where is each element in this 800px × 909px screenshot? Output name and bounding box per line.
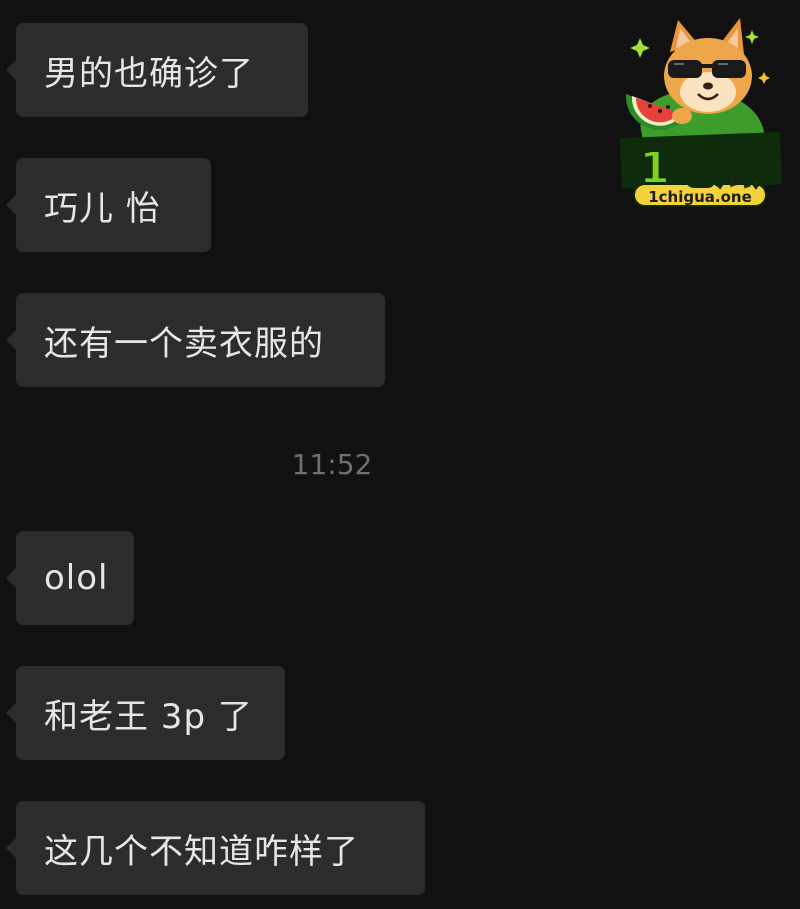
message-bubble[interactable]: 和老王 3p 了 [6,666,285,760]
message-bubble[interactable]: olol [6,531,134,625]
message-timestamp: 11:52 [291,448,373,481]
message-text: 男的也确诊了 [44,53,254,94]
message-bubble[interactable]: 巧儿 怡 [6,158,211,252]
watermark-domain: 1chigua.one [648,188,752,206]
message-text: 巧儿 怡 [44,188,161,229]
message-bubble[interactable]: 这几个不知道咋样了 [6,801,425,895]
watermark-title: 1吃瓜 [638,142,761,195]
message-text: 这几个不知道咋样了 [44,831,359,872]
message-text: 还有一个卖衣服的 [44,323,324,364]
watermark-logo: 1吃瓜 1chigua.one [612,14,788,214]
message-bubble[interactable]: 男的也确诊了 [6,23,308,117]
message-text: olol [44,558,109,598]
message-bubble[interactable]: 还有一个卖衣服的 [6,293,385,387]
message-text: 和老王 3p 了 [44,696,253,737]
